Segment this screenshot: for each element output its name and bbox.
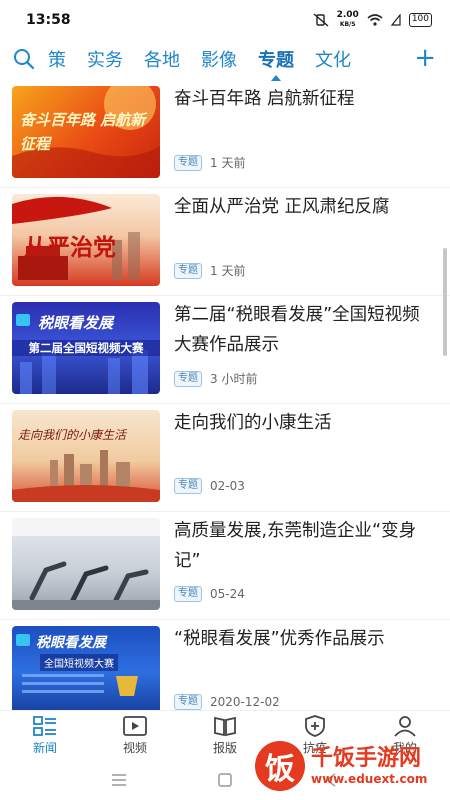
search-button[interactable] bbox=[0, 48, 48, 70]
list-item[interactable]: 从严治党 全面从严治党 正风肃纪反腐 专题 1 天前 bbox=[0, 188, 450, 296]
watermark-logo: 饭 bbox=[255, 741, 305, 791]
network-speed-unit: KB/S bbox=[339, 21, 356, 28]
watermark-url: www.eduext.com bbox=[311, 772, 428, 786]
thumbnail-caption: 税眼看发展 bbox=[38, 314, 114, 332]
article-title[interactable]: “税眼看发展”优秀作品展示 bbox=[174, 624, 436, 654]
status-icons: 2.00 KB/S 100 bbox=[313, 11, 432, 29]
topic-tag: 专题 bbox=[174, 370, 202, 387]
article-title[interactable]: 第二届“税眼看发展”全国短视频大赛作品展示 bbox=[174, 300, 436, 360]
article-meta: 专题 1 天前 bbox=[174, 262, 245, 279]
article-time: 1 天前 bbox=[210, 156, 246, 170]
tab-culture[interactable]: 文化 bbox=[315, 46, 351, 72]
topic-tag: 专题 bbox=[174, 586, 202, 602]
tab-policy[interactable]: 策 bbox=[48, 46, 66, 72]
bottom-tab-news[interactable]: 新闻 bbox=[0, 711, 90, 760]
news-icon bbox=[33, 716, 56, 736]
tab-practice[interactable]: 实务 bbox=[87, 46, 123, 72]
article-meta: 专题 05-24 bbox=[174, 586, 245, 602]
video-icon bbox=[123, 716, 147, 736]
search-icon bbox=[14, 49, 35, 70]
menu-icon[interactable] bbox=[111, 773, 127, 787]
bottom-tab-label: 新闻 bbox=[32, 741, 57, 755]
add-channel-button[interactable]: + bbox=[414, 40, 436, 76]
tab-images[interactable]: 影像 bbox=[201, 46, 237, 72]
battery-level: 100 bbox=[408, 13, 432, 27]
list-item[interactable]: 税眼看发展 第二届全国短视频大赛 第二届“税眼看发展”全国短视频大赛作品展示 专… bbox=[0, 296, 450, 404]
bottom-tab-label: 视频 bbox=[122, 741, 147, 755]
article-time: 2020-12-02 bbox=[210, 695, 280, 709]
thumbnail-caption: 走向我们的小康生活 bbox=[18, 428, 127, 442]
article-title[interactable]: 奋斗百年路 启航新征程 bbox=[174, 84, 436, 114]
network-speed: 2.00 KB/S bbox=[337, 11, 359, 29]
article-time: 05-24 bbox=[210, 587, 245, 601]
article-meta: 专题 1 天前 bbox=[174, 154, 245, 171]
network-speed-value: 2.00 bbox=[336, 10, 359, 20]
thumbnail-subcaption: 全国短视频大赛 bbox=[40, 654, 118, 671]
home-icon[interactable] bbox=[217, 772, 233, 788]
list-item[interactable]: 税眼看发展 全国短视频大赛 “税眼看发展”优秀作品展示 专题 2020-12-0… bbox=[0, 620, 450, 710]
site-watermark: 饭 千饭手游网 www.eduext.com bbox=[255, 738, 445, 794]
thumbnail-caption: 税眼看发展 bbox=[36, 635, 106, 651]
status-time: 13:58 bbox=[26, 12, 71, 28]
article-time: 3 小时前 bbox=[210, 372, 258, 386]
bottom-tab-label: 报版 bbox=[212, 741, 237, 755]
topic-tag: 专题 bbox=[174, 478, 202, 494]
article-time: 1 天前 bbox=[210, 264, 246, 278]
article-title[interactable]: 走向我们的小康生活 bbox=[174, 408, 436, 438]
scrollbar[interactable] bbox=[443, 248, 447, 356]
topic-tag: 专题 bbox=[174, 694, 202, 710]
article-thumbnail bbox=[12, 518, 160, 610]
tab-regions[interactable]: 各地 bbox=[144, 46, 180, 72]
list-item[interactable]: 奋斗百年路 启航新征程 奋斗百年路 启航新征程 专题 1 天前 bbox=[0, 80, 450, 188]
article-meta: 专题 3 小时前 bbox=[174, 370, 257, 387]
bottom-tab-video[interactable]: 视频 bbox=[90, 711, 180, 760]
thumbnail-art bbox=[12, 450, 160, 502]
wifi-icon bbox=[367, 14, 383, 26]
article-thumbnail: 税眼看发展 第二届全国短视频大赛 bbox=[12, 302, 160, 394]
article-meta: 专题 2020-12-02 bbox=[174, 694, 280, 710]
newspaper-icon bbox=[214, 716, 236, 737]
article-title[interactable]: 全面从严治党 正风肃纪反腐 bbox=[174, 192, 436, 222]
user-icon bbox=[394, 716, 416, 737]
topic-tag: 专题 bbox=[174, 154, 202, 171]
mute-vibrate-icon bbox=[313, 13, 329, 27]
tab-topics[interactable]: 专题 bbox=[258, 46, 294, 81]
article-thumbnail: 走向我们的小康生活 bbox=[12, 410, 160, 502]
article-title[interactable]: 高质量发展,东莞制造企业“变身记” bbox=[174, 516, 436, 576]
list-item[interactable]: 走向我们的小康生活 走向我们的小康生活 专题 02-03 bbox=[0, 404, 450, 512]
topic-tag: 专题 bbox=[174, 262, 202, 279]
article-thumbnail: 从严治党 bbox=[12, 194, 160, 286]
article-time: 02-03 bbox=[210, 479, 245, 493]
thumbnail-subcaption: 第二届全国短视频大赛 bbox=[12, 340, 160, 356]
article-thumbnail: 奋斗百年路 启航新征程 bbox=[12, 86, 160, 178]
top-navigation: 策 实务 各地 影像 专题 文化 + bbox=[0, 40, 450, 81]
robot-arm-image bbox=[12, 518, 160, 610]
article-list[interactable]: 奋斗百年路 启航新征程 奋斗百年路 启航新征程 专题 1 天前 从严治党 全面从… bbox=[0, 80, 450, 710]
list-item[interactable]: 高质量发展,东莞制造企业“变身记” 专题 05-24 bbox=[0, 512, 450, 620]
status-bar: 13:58 2.00 KB/S 100 bbox=[0, 0, 450, 40]
thumbnail-caption: 奋斗百年路 启航新征程 bbox=[20, 111, 146, 153]
signal-off-icon bbox=[390, 14, 401, 26]
category-tabs: 策 实务 各地 影像 专题 文化 bbox=[48, 46, 450, 81]
watermark-name: 千饭手游网 bbox=[311, 746, 422, 771]
thumbnail-caption: 从严治党 bbox=[24, 235, 116, 261]
article-thumbnail: 税眼看发展 全国短视频大赛 bbox=[12, 626, 160, 710]
shield-plus-icon bbox=[305, 715, 325, 737]
watermark-text: 千饭手游网 www.eduext.com bbox=[311, 746, 427, 786]
article-meta: 专题 02-03 bbox=[174, 478, 245, 494]
